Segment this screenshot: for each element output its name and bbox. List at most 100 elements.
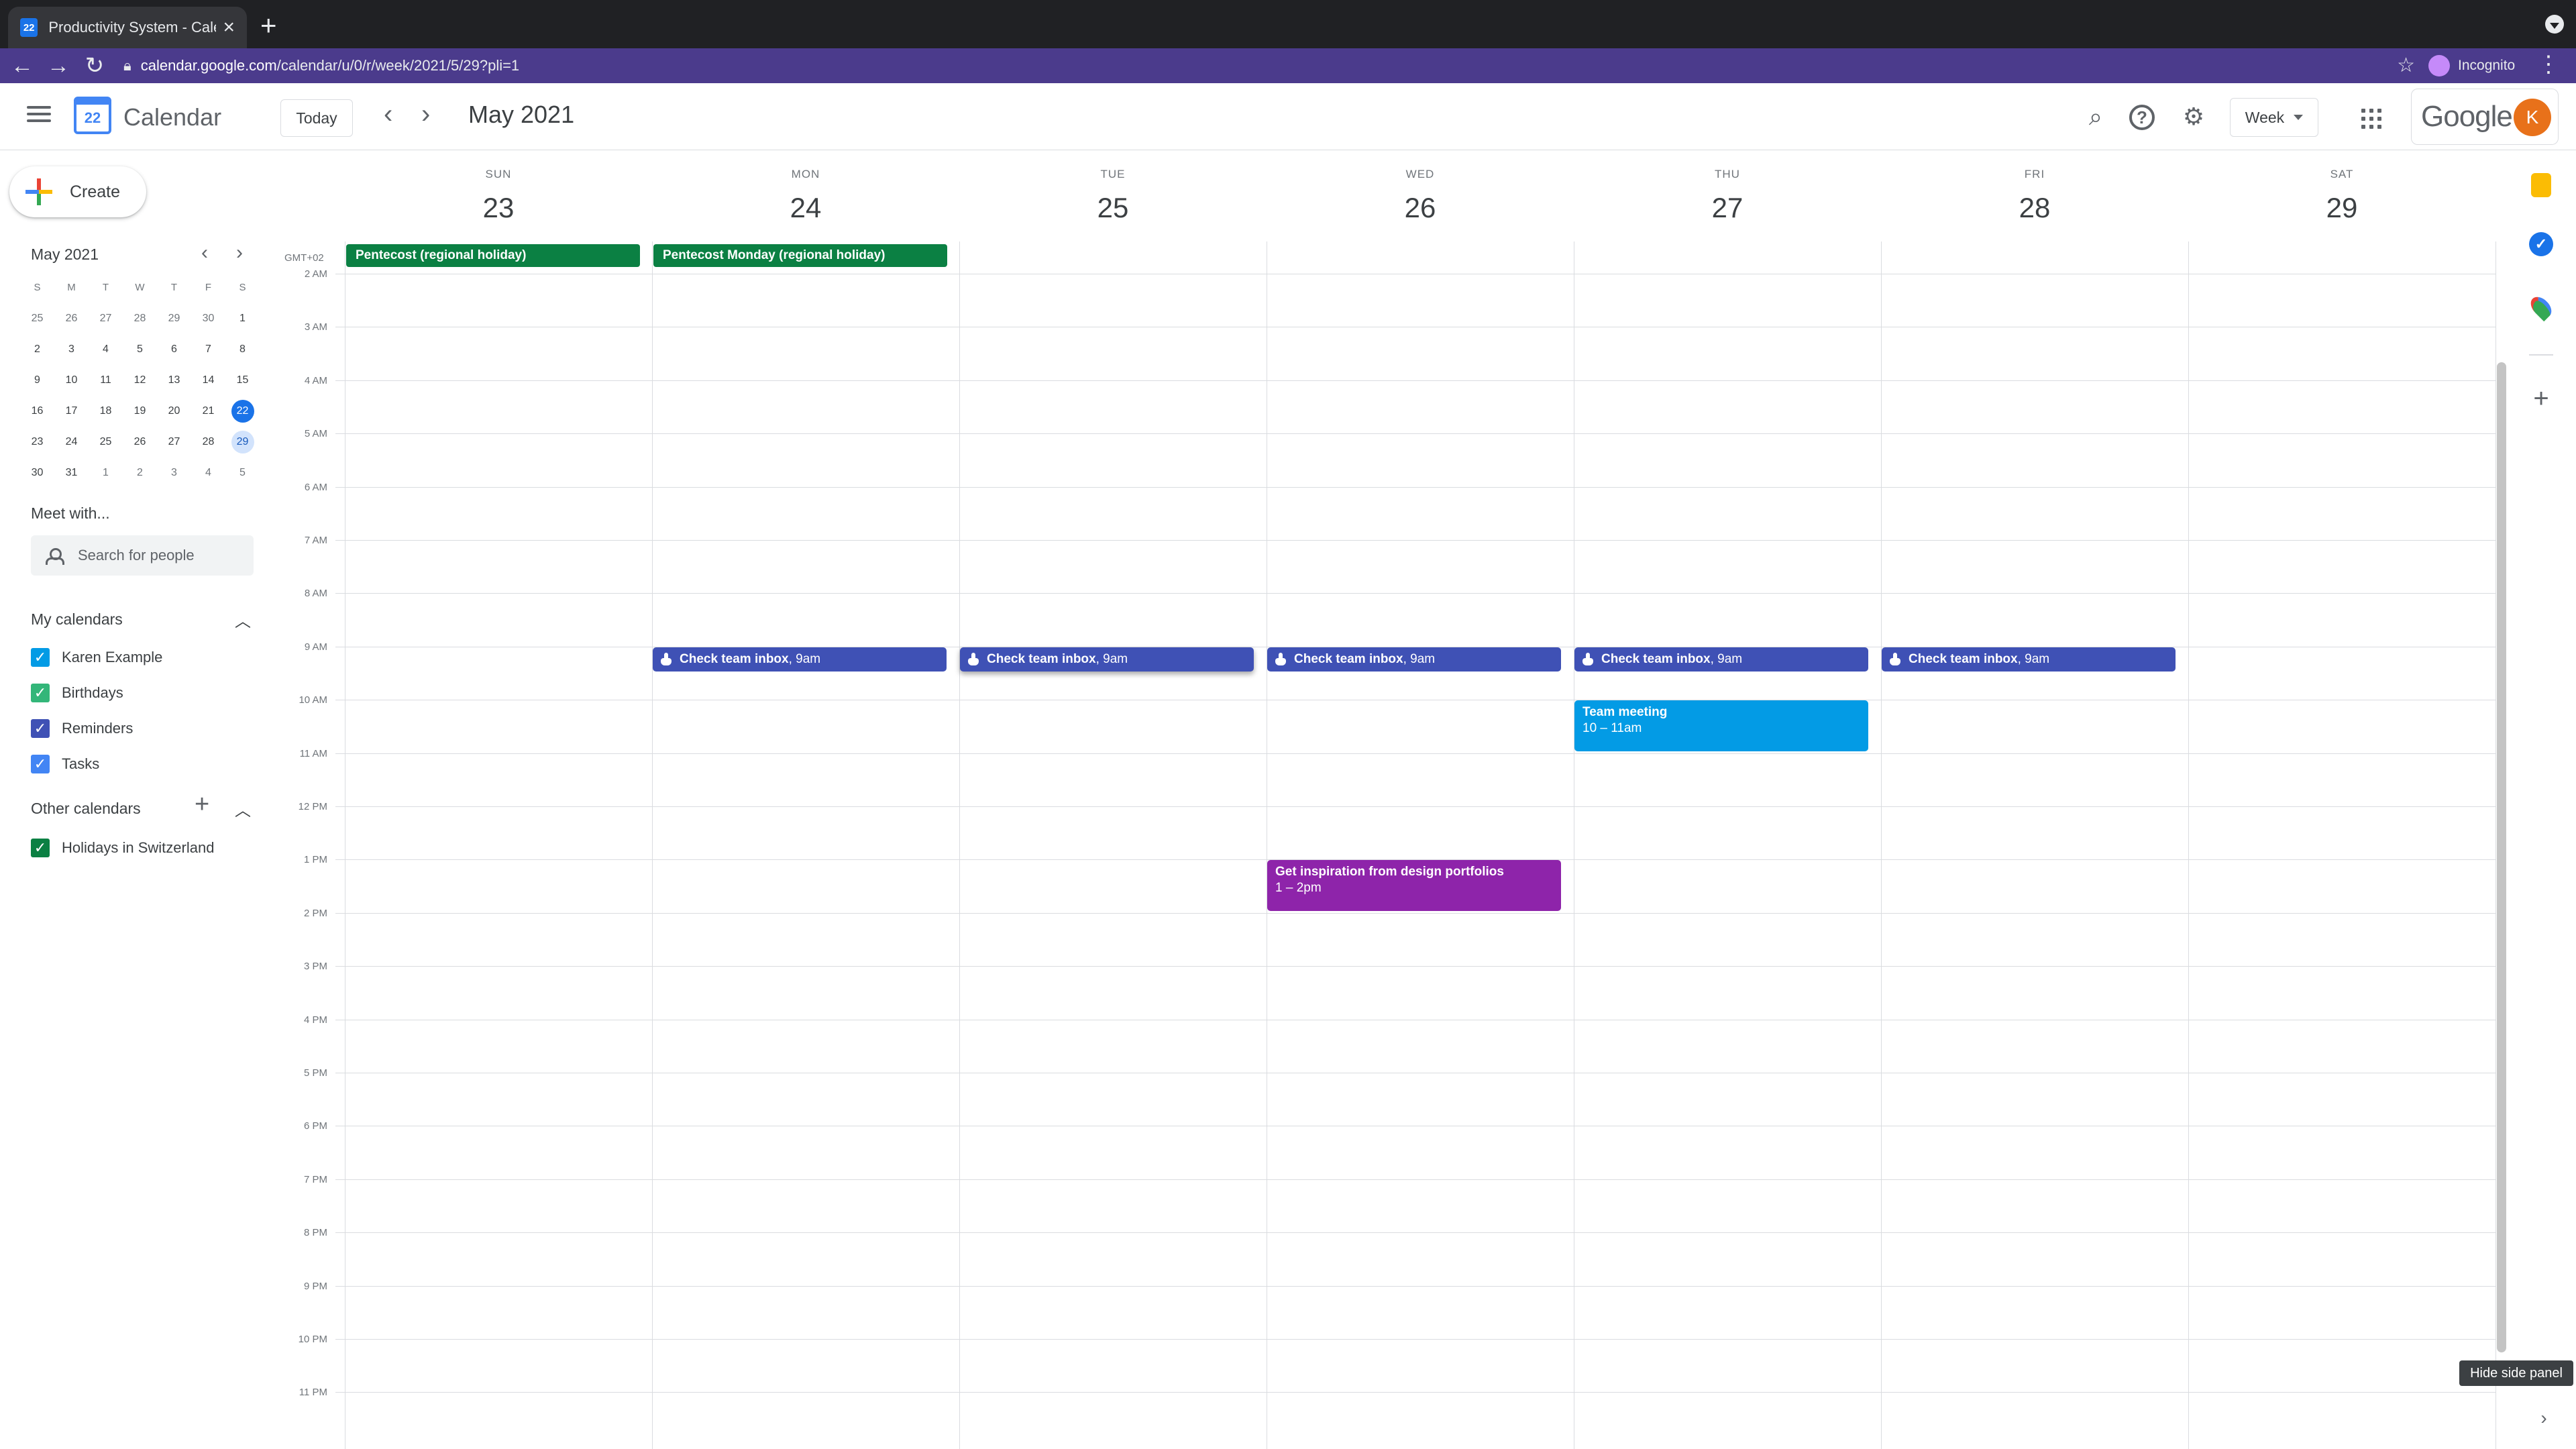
mini-day[interactable]: 25 (20, 307, 54, 338)
all-day-event[interactable]: Pentecost (regional holiday) (346, 244, 640, 267)
mini-day[interactable]: 6 (157, 338, 191, 369)
event-check-team-inbox[interactable]: Check team inbox, 9am (1882, 647, 2176, 672)
search-people-input[interactable]: Search for people (31, 535, 254, 576)
incognito-indicator[interactable]: Incognito (2428, 52, 2529, 79)
close-tab-icon[interactable]: × (223, 16, 235, 39)
other-calendars-heading[interactable]: Other calendars (31, 800, 141, 818)
mini-day[interactable]: 2 (123, 462, 157, 492)
mini-day[interactable]: 14 (191, 369, 225, 400)
mini-day[interactable]: 30 (20, 462, 54, 492)
mini-day[interactable]: 20 (157, 400, 191, 431)
mini-day[interactable]: 5 (123, 338, 157, 369)
mini-day[interactable]: 2 (20, 338, 54, 369)
settings-gear-icon[interactable]: ⚙ (2176, 99, 2211, 134)
mini-day[interactable]: 21 (191, 400, 225, 431)
mini-next-month-icon[interactable]: › (236, 241, 243, 264)
calendar-item[interactable]: ✓ Birthdays (31, 681, 123, 705)
mini-day[interactable]: 18 (89, 400, 123, 431)
google-apps-icon[interactable] (2361, 109, 2381, 129)
collapse-my-calendars-icon[interactable]: ︿ (235, 608, 251, 631)
day-header[interactable]: FRI 28 (1881, 168, 2188, 224)
day-number[interactable]: 25 (959, 192, 1267, 224)
time-grid[interactable]: Check team inbox, 9am Check team inbox, 9… (335, 241, 2496, 1449)
mini-day[interactable]: 24 (54, 431, 89, 462)
mini-day[interactable]: 26 (123, 431, 157, 462)
mini-day[interactable]: 3 (157, 462, 191, 492)
mini-prev-month-icon[interactable]: ‹ (201, 241, 208, 264)
browser-menu-icon[interactable]: ⋮ (2537, 51, 2560, 78)
lock-icon[interactable]: 🔒︎ (123, 57, 131, 74)
mini-day[interactable]: 11 (89, 369, 123, 400)
event-check-team-inbox[interactable]: Check team inbox, 9am (1267, 647, 1561, 672)
mini-day[interactable]: 16 (20, 400, 54, 431)
mini-day[interactable]: 28 (123, 307, 157, 338)
day-header[interactable]: SAT 29 (2188, 168, 2496, 224)
mini-day[interactable]: 1 (89, 462, 123, 492)
tab-search-icon[interactable] (2545, 15, 2564, 34)
day-number[interactable]: 24 (652, 192, 959, 224)
back-icon[interactable]: ← (4, 53, 40, 79)
mini-day[interactable]: 30 (191, 307, 225, 338)
mini-day[interactable]: 27 (89, 307, 123, 338)
day-header[interactable]: TUE 25 (959, 168, 1267, 224)
new-tab-icon[interactable]: + (260, 9, 277, 42)
calendar-event[interactable]: Team meeting 10 – 11am (1574, 700, 1868, 751)
mini-day[interactable]: 13 (157, 369, 191, 400)
url-field[interactable]: calendar.google.com/calendar/u/0/r/week/… (141, 57, 519, 74)
avatar[interactable]: K (2514, 99, 2551, 136)
previous-period-icon[interactable]: ‹ (384, 99, 392, 129)
help-icon[interactable]: ? (2129, 105, 2155, 130)
mini-day[interactable]: 9 (20, 369, 54, 400)
calendar-item[interactable]: ✓ Holidays in Switzerland (31, 836, 214, 860)
calendar-item[interactable]: ✓ Tasks (31, 752, 99, 776)
bookmark-star-icon[interactable]: ☆ (2397, 54, 2415, 77)
day-header[interactable]: SUN 23 (345, 168, 652, 224)
mini-day[interactable]: 23 (20, 431, 54, 462)
mini-day[interactable]: 29 (157, 307, 191, 338)
checkbox-checked-icon[interactable]: ✓ (31, 684, 50, 702)
mini-day[interactable]: 12 (123, 369, 157, 400)
tasks-icon[interactable]: ✓ (2529, 232, 2553, 256)
day-number[interactable]: 29 (2188, 192, 2496, 224)
keep-icon[interactable] (2531, 173, 2551, 197)
forward-icon[interactable]: → (40, 53, 76, 79)
mini-day[interactable]: 15 (225, 369, 260, 400)
day-number[interactable]: 23 (345, 192, 652, 224)
mini-day[interactable]: 4 (89, 338, 123, 369)
search-icon[interactable]: ⌕ (2078, 99, 2113, 134)
main-menu-icon[interactable] (27, 102, 51, 126)
mini-day[interactable]: 22 (225, 400, 260, 431)
checkbox-checked-icon[interactable]: ✓ (31, 648, 50, 667)
mini-day[interactable]: 25 (89, 431, 123, 462)
mini-day[interactable]: 27 (157, 431, 191, 462)
mini-day[interactable]: 8 (225, 338, 260, 369)
checkbox-checked-icon[interactable]: ✓ (31, 839, 50, 857)
maps-icon[interactable] (2526, 292, 2556, 322)
checkbox-checked-icon[interactable]: ✓ (31, 755, 50, 773)
get-addons-icon[interactable]: + (2529, 384, 2553, 414)
day-header[interactable]: MON 24 (652, 168, 959, 224)
day-number[interactable]: 27 (1574, 192, 1881, 224)
reload-icon[interactable]: ↻ (76, 52, 113, 79)
account-switcher[interactable]: Google K (2411, 89, 2559, 145)
today-button[interactable]: Today (280, 99, 353, 137)
day-number[interactable]: 28 (1881, 192, 2188, 224)
add-other-calendar-icon[interactable]: + (195, 790, 209, 819)
mini-day[interactable]: 28 (191, 431, 225, 462)
day-header[interactable]: THU 27 (1574, 168, 1881, 224)
mini-day[interactable]: 1 (225, 307, 260, 338)
mini-day[interactable]: 5 (225, 462, 260, 492)
mini-day[interactable]: 7 (191, 338, 225, 369)
collapse-other-calendars-icon[interactable]: ︿ (235, 797, 251, 820)
mini-day[interactable]: 31 (54, 462, 89, 492)
my-calendars-heading[interactable]: My calendars (31, 610, 123, 629)
calendar-event[interactable]: Get inspiration from design portfolios 1 … (1267, 860, 1561, 911)
view-switcher[interactable]: Week (2230, 98, 2318, 137)
mini-day[interactable]: 29 (225, 431, 260, 462)
checkbox-checked-icon[interactable]: ✓ (31, 719, 50, 738)
calendar-item[interactable]: ✓ Reminders (31, 716, 133, 741)
mini-day[interactable]: 26 (54, 307, 89, 338)
hide-side-panel-icon[interactable]: › (2532, 1406, 2556, 1430)
event-check-team-inbox[interactable]: Check team inbox, 9am (653, 647, 947, 672)
calendar-logo-icon[interactable]: 22 (74, 97, 111, 134)
